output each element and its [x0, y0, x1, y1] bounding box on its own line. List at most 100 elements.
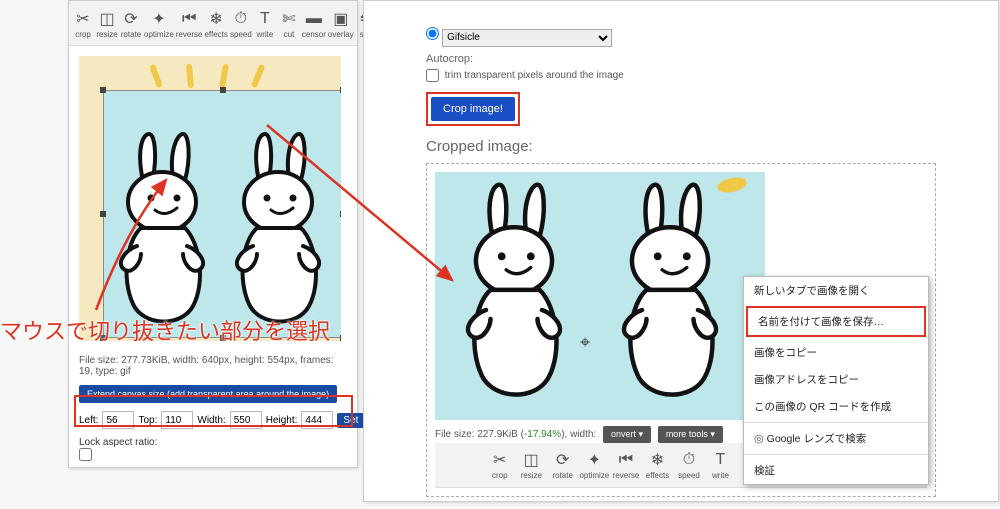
toolbar-item-label: censor	[302, 31, 326, 39]
ctx-copy-image[interactable]: 画像をコピー	[744, 339, 928, 366]
top-label: Top:	[138, 415, 157, 426]
crop-handle-tm[interactable]	[220, 87, 226, 93]
context-menu: 新しいタブで画像を開く 名前を付けて画像を保存… 画像をコピー 画像アドレスをコ…	[743, 276, 929, 485]
set-button[interactable]: Set	[337, 413, 364, 428]
effects-icon: ❄	[646, 449, 668, 471]
height-label: Height:	[266, 415, 298, 426]
lock-ratio-checkbox[interactable]	[79, 448, 92, 461]
toolbar-resize-button[interactable]: ◫resize	[516, 446, 545, 484]
crop-icon: ✂	[489, 449, 511, 471]
effects-icon: ❄	[205, 8, 227, 30]
trim-checkbox[interactable]	[426, 69, 439, 82]
ctx-save-image-as[interactable]: 名前を付けて画像を保存…	[746, 306, 926, 337]
toolbar-censor-button[interactable]: ▬censor	[302, 4, 326, 42]
toolbar-item-label: resize	[521, 472, 542, 480]
toolbar-write-button[interactable]: Twrite	[254, 4, 276, 42]
toolbar-speed-button[interactable]: ⏱speed	[230, 4, 252, 42]
cropped-image-heading: Cropped image:	[426, 138, 936, 155]
toolbar-item-label: optimize	[579, 472, 609, 480]
toolbar-item-label: rotate	[552, 472, 572, 480]
width-label: Width:	[197, 415, 225, 426]
width-input[interactable]	[230, 411, 262, 429]
reverse-icon: ⏮	[615, 449, 637, 471]
toolbar-cut-button[interactable]: ✄cut	[278, 4, 300, 42]
rabbit-illustration	[439, 178, 589, 413]
rotate-icon: ⟳	[552, 449, 574, 471]
toolbar-rotate-button[interactable]: ⟳rotate	[548, 446, 577, 484]
write-icon: T	[709, 449, 731, 471]
toolbar-item-label: rotate	[121, 31, 141, 39]
toolbar-top-left: ✂crop◫resize⟳rotate✦optimize⏮reverse❄eff…	[69, 1, 357, 46]
toolbar-effects-button[interactable]: ❄effects	[204, 4, 227, 42]
crop-handle-rm[interactable]	[340, 211, 341, 217]
ctx-google-lens[interactable]: Google レンズで検索	[744, 425, 928, 452]
toolbar-item-label: crop	[492, 472, 508, 480]
height-input[interactable]	[301, 411, 333, 429]
source-canvas[interactable]	[79, 56, 341, 341]
ctx-copy-image-address[interactable]: 画像アドレスをコピー	[744, 366, 928, 393]
crop-handle-br[interactable]	[340, 335, 341, 341]
ctx-create-qr[interactable]: この画像の QR コードを作成	[744, 393, 928, 420]
method-select[interactable]: Gifsicle	[442, 29, 612, 47]
rabbit-illustration	[595, 178, 745, 413]
toolbar-item-label: crop	[75, 31, 91, 39]
optimize-icon: ✦	[148, 8, 170, 30]
toolbar-optimize-button[interactable]: ✦optimize	[144, 4, 174, 42]
crop-selection[interactable]	[103, 90, 341, 338]
crop-handle-bl[interactable]	[100, 335, 106, 341]
crop-icon: ✂	[72, 8, 94, 30]
toolbar-item-label: overlay	[328, 31, 354, 39]
resize-icon: ◫	[96, 8, 118, 30]
lock-ratio-label: Lock aspect ratio:	[79, 437, 157, 448]
toolbar-reverse-button[interactable]: ⏮reverse	[611, 446, 640, 484]
extend-canvas-button[interactable]: Extend canvas size (add transparent area…	[79, 385, 337, 403]
toolbar-crop-button[interactable]: ✂crop	[72, 4, 94, 42]
left-panel: ✂crop◫resize⟳rotate✦optimize⏮reverse❄eff…	[68, 0, 358, 468]
ctx-separator	[744, 454, 928, 455]
toolbar-effects-button[interactable]: ❄effects	[643, 446, 672, 484]
toolbar-rotate-button[interactable]: ⟳rotate	[120, 4, 142, 42]
toolbar-item-label: reverse	[176, 31, 203, 39]
toolbar-resize-button[interactable]: ◫resize	[96, 4, 118, 42]
right-panel: Gifsicle Autocrop: trim transparent pixe…	[363, 0, 999, 502]
toolbar-crop-button[interactable]: ✂crop	[485, 446, 514, 484]
toolbar-item-label: resize	[96, 31, 117, 39]
convert-dropdown[interactable]: onvert ▾	[603, 426, 651, 443]
toolbar-reverse-button[interactable]: ⏮reverse	[176, 4, 203, 42]
toolbar-item-label: reverse	[613, 472, 640, 480]
result-image[interactable]: ⌖	[435, 172, 765, 420]
more-tools-dropdown[interactable]: more tools ▾	[658, 426, 723, 443]
method-radio-gifsicle[interactable]	[426, 27, 439, 40]
method-row: Gifsicle	[426, 27, 936, 47]
rotate-icon: ⟳	[120, 8, 142, 30]
toolbar-item-label: effects	[646, 472, 669, 480]
ctx-inspect[interactable]: 検証	[744, 457, 928, 484]
trim-label: trim transparent pixels around the image	[445, 70, 624, 81]
toolbar-item-label: write	[256, 31, 273, 39]
crop-handle-lm[interactable]	[100, 211, 106, 217]
rabbit-illustration	[107, 128, 217, 338]
result-container: ⌖ 新しいタブで画像を開く 名前を付けて画像を保存… 画像をコピー 画像アドレス…	[426, 163, 936, 497]
optimize-icon: ✦	[583, 449, 605, 471]
top-input[interactable]	[161, 411, 193, 429]
lock-aspect-ratio-row: Lock aspect ratio:	[69, 435, 357, 467]
resize-icon: ◫	[520, 449, 542, 471]
left-label: Left:	[79, 415, 98, 426]
file-info-text: File size: 277.73KiB, width: 640px, heig…	[69, 351, 357, 381]
toolbar-optimize-button[interactable]: ✦optimize	[579, 446, 609, 484]
rabbit-illustration	[223, 128, 333, 338]
crop-handle-tr[interactable]	[340, 87, 341, 93]
toolbar-item-label: optimize	[144, 31, 174, 39]
toolbar-write-button[interactable]: Twrite	[706, 446, 735, 484]
left-input[interactable]	[102, 411, 134, 429]
toolbar-item-label: effects	[204, 31, 227, 39]
toolbar-overlay-button[interactable]: ▣overlay	[328, 4, 354, 42]
reverse-icon: ⏮	[178, 8, 200, 30]
toolbar-speed-button[interactable]: ⏱speed	[674, 446, 703, 484]
annotation-redbox-cropbtn: Crop image!	[426, 92, 520, 126]
crop-handle-tl[interactable]	[100, 87, 106, 93]
crop-image-button[interactable]: Crop image!	[431, 97, 515, 121]
mouse-cursor-icon: ⌖	[580, 332, 590, 353]
ctx-open-new-tab[interactable]: 新しいタブで画像を開く	[744, 277, 928, 304]
write-icon: T	[254, 8, 276, 30]
